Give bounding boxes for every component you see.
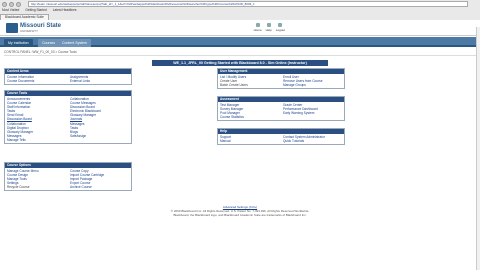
url-bar[interactable]: http://learn.missouri.edu/webapps/portal… xyxy=(28,1,468,7)
vertical-scrollbar[interactable] xyxy=(476,27,480,270)
breadcrumb[interactable]: CONTROL PANEL: WW_F1_00_03 > Course Tool… xyxy=(4,50,77,54)
bookmark-item[interactable]: Latest Headlines xyxy=(53,8,77,13)
tab-my-institution[interactable]: My Institution xyxy=(4,39,33,47)
logo: Missouri State UNIVERSITY xyxy=(6,23,61,33)
tab-courses[interactable]: Courses xyxy=(38,39,60,47)
panel-link[interactable]: Course Statistics xyxy=(220,115,279,119)
bookmark-item[interactable]: Most Visited xyxy=(2,8,19,13)
home-icon xyxy=(255,23,260,27)
bookmark-item[interactable]: Getting Started xyxy=(25,8,46,13)
home-button[interactable]: Home xyxy=(254,23,262,32)
reload-button[interactable] xyxy=(16,2,21,7)
panel-assessment: Assessment Test Manager Grade Center Sur… xyxy=(217,96,345,122)
forward-button[interactable] xyxy=(9,2,14,7)
site-header: Missouri State UNIVERSITY Home Help Logo… xyxy=(0,20,480,36)
panel-help: Help Support Contact System Administrato… xyxy=(217,128,345,146)
panel-text: Recycle Course xyxy=(7,185,30,190)
nav-buttons xyxy=(2,1,21,8)
panel-link[interactable]: Quick Tutorials xyxy=(283,139,342,143)
help-button[interactable]: Help xyxy=(266,23,272,32)
panel-link[interactable]: Early Warning System xyxy=(283,111,342,115)
panel-link[interactable]: Manage Groups xyxy=(283,83,342,87)
panel-course-tools: Course Tools Announcements Collaboration… xyxy=(4,90,132,145)
logout-label: Logout xyxy=(275,28,285,32)
panel-link[interactable]: Course Documents xyxy=(7,79,66,83)
panel-link[interactable]: External Links xyxy=(70,79,129,83)
panel-link[interactable]: Manage Tells xyxy=(7,138,66,142)
home-label: Home xyxy=(253,28,262,32)
panel-link[interactable]: SafeAssign xyxy=(70,134,129,138)
header-icons: Home Help Logout xyxy=(254,23,285,32)
back-button[interactable] xyxy=(2,2,7,7)
logout-button[interactable]: Logout xyxy=(276,23,285,32)
logo-mark xyxy=(6,23,18,33)
panel-text: Batch Create Users xyxy=(220,83,248,88)
bookmarks-bar: Most Visited Getting Started Latest Head… xyxy=(2,8,77,13)
divider xyxy=(4,55,476,56)
tab-content-system[interactable]: Content System xyxy=(58,39,91,47)
panel-link[interactable]: Archive Course xyxy=(70,185,129,189)
panel-course-options: Course Options Manage Course Menu Course… xyxy=(4,162,132,192)
panel-content-areas: Content Areas Course Information Assignm… xyxy=(4,68,132,86)
page-title: WE_1.1_JFRL_00 Getting Started with Blac… xyxy=(152,60,328,66)
logout-icon xyxy=(278,23,283,27)
help-icon xyxy=(266,23,271,27)
panel-user-management: User Management List / Modify Users Enro… xyxy=(217,68,345,90)
panel-link[interactable]: Manual xyxy=(220,139,279,143)
main-tabbar: My Institution Courses Content System xyxy=(0,37,480,47)
footer: Advanced Settings (Ctrl+) © 2009 Blackbo… xyxy=(160,205,320,217)
help-label: Help xyxy=(265,28,272,32)
logo-subtext: UNIVERSITY xyxy=(20,29,39,33)
footer-trademark: Blackboard, the Blackboard logo, and Bla… xyxy=(173,213,307,217)
